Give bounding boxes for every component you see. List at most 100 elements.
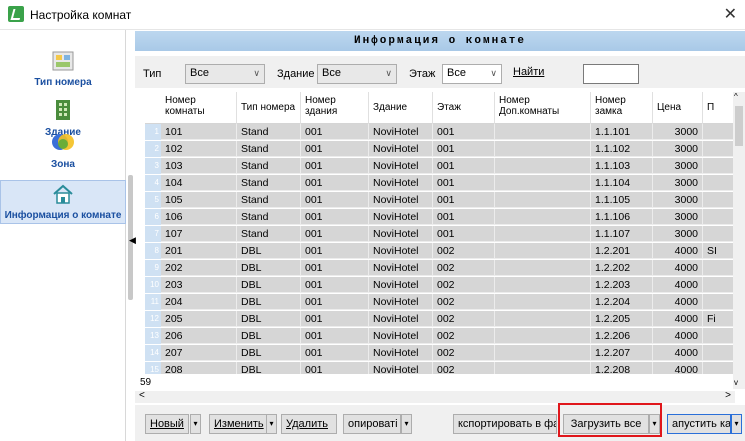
table-row[interactable]: 8 201 DBL 001 NoviHotel 002 1.2.201 4000 SI: [145, 243, 745, 259]
table-cell: 104: [161, 175, 237, 191]
table-cell: 001: [301, 243, 369, 259]
table-cell: 001: [433, 226, 495, 242]
table-cell: 1.2.203: [591, 277, 653, 293]
copy-button[interactable]: опироваті: [343, 414, 401, 434]
column-header[interactable]: Этаж: [433, 92, 495, 124]
table-cell: 001: [301, 124, 369, 140]
table-cell: NoviHotel: [369, 260, 433, 276]
table-vertical-scrollbar[interactable]: ^ v: [733, 92, 745, 389]
table-cell: DBL: [237, 328, 301, 344]
table-cell: 3000: [653, 175, 703, 191]
table-cell: DBL: [237, 260, 301, 276]
table-cell: 002: [433, 345, 495, 361]
column-header[interactable]: Тип номера: [237, 92, 301, 124]
scroll-down-icon[interactable]: v: [734, 378, 738, 387]
table-row[interactable]: 10 203 DBL 001 NoviHotel 002 1.2.203 4000: [145, 277, 745, 293]
table-row[interactable]: 4 104 Stand 001 NoviHotel 001 1.1.104 3000: [145, 175, 745, 191]
scroll-up-icon[interactable]: ^: [734, 92, 738, 101]
record-count: 59: [140, 377, 152, 388]
table-cell: 4000: [653, 345, 703, 361]
copy-dropdown-arrow[interactable]: ▾: [401, 414, 412, 434]
table-cell: NoviHotel: [369, 328, 433, 344]
table-row[interactable]: 9 202 DBL 001 NoviHotel 002 1.2.202 4000: [145, 260, 745, 276]
table-cell: [495, 158, 591, 174]
table-row[interactable]: 2 102 Stand 001 NoviHotel 001 1.1.102 3000: [145, 141, 745, 157]
scroll-right-icon[interactable]: >: [725, 390, 731, 401]
table-row[interactable]: 3 103 Stand 001 NoviHotel 001 1.1.103 3000: [145, 158, 745, 174]
scroll-thumb[interactable]: [735, 106, 743, 146]
table-cell: NoviHotel: [369, 209, 433, 225]
find-link[interactable]: Найти: [513, 66, 544, 78]
table-row[interactable]: 7 107 Stand 001 NoviHotel 001 1.1.107 3000: [145, 226, 745, 242]
table-cell: 001: [301, 175, 369, 191]
floor-filter-select[interactable]: Все ∨: [442, 64, 502, 84]
scroll-left-icon[interactable]: <: [139, 390, 145, 401]
column-header[interactable]: Цена: [653, 92, 703, 124]
column-header[interactable]: Номер Доп.комнаты: [495, 92, 591, 124]
run-card-dropdown-arrow[interactable]: ▾: [731, 414, 742, 434]
table-cell: NoviHotel: [369, 277, 433, 293]
filter-bar: Тип Все ∨ Здание Все ∨ Этаж Все ∨ Найти: [135, 56, 745, 88]
table-cell: NoviHotel: [369, 311, 433, 327]
table-cell: 1.2.208: [591, 362, 653, 374]
table-row[interactable]: 13 206 DBL 001 NoviHotel 002 1.2.206 4000: [145, 328, 745, 344]
column-header[interactable]: Здание: [369, 92, 433, 124]
table-cell: Stand: [237, 226, 301, 242]
table-cell: 106: [161, 209, 237, 225]
table-row[interactable]: 12 205 DBL 001 NoviHotel 002 1.2.205 4000 Fi: [145, 311, 745, 327]
column-header[interactable]: Номер здания: [301, 92, 369, 124]
table-header: Номер комнаты Тип номера Номер здания Зд…: [145, 92, 745, 124]
table-cell: 207: [161, 345, 237, 361]
building-filter-select[interactable]: Все ∨: [317, 64, 397, 84]
table-cell: 002: [433, 294, 495, 310]
table-row[interactable]: 1 101 Stand 001 NoviHotel 001 1.1.101 3000: [145, 124, 745, 140]
table-row[interactable]: 6 106 Stand 001 NoviHotel 001 1.1.106 3000: [145, 209, 745, 225]
collapse-arrow-icon[interactable]: ◀: [129, 235, 136, 246]
table-cell: Stand: [237, 209, 301, 225]
table-cell: 3000: [653, 158, 703, 174]
table-cell: 002: [433, 362, 495, 374]
table-row[interactable]: 5 105 Stand 001 NoviHotel 001 1.1.105 3000: [145, 192, 745, 208]
table-row[interactable]: 15 208 DBL 001 NoviHotel 002 1.2.208 4000: [145, 362, 745, 374]
sidebar-item-room-info[interactable]: Информация о комнате: [0, 180, 126, 224]
new-dropdown-arrow[interactable]: ▾: [190, 414, 201, 434]
row-number: 9: [145, 260, 161, 276]
table-cell: DBL: [237, 345, 301, 361]
table-cell: 1.2.205: [591, 311, 653, 327]
type-filter-select[interactable]: Все ∨: [185, 64, 265, 84]
new-button[interactable]: Новый: [145, 414, 189, 434]
table-cell: DBL: [237, 243, 301, 259]
table-row[interactable]: 11 204 DBL 001 NoviHotel 002 1.2.204 4000: [145, 294, 745, 310]
type-filter-value: Все: [190, 67, 209, 79]
table-cell: 001: [433, 175, 495, 191]
column-header[interactable]: Номер комнаты: [161, 92, 237, 124]
table-cell: 001: [301, 141, 369, 157]
table-cell: 1.1.105: [591, 192, 653, 208]
close-icon[interactable]: ✕: [724, 4, 737, 24]
table-cell: 204: [161, 294, 237, 310]
row-number: 2: [145, 141, 161, 157]
find-input[interactable]: [583, 64, 639, 84]
table-cell: [495, 192, 591, 208]
edit-dropdown-arrow[interactable]: ▾: [266, 414, 277, 434]
highlight-frame: [558, 403, 662, 437]
export-button-label: кспортировать в фай: [458, 418, 557, 430]
table-row[interactable]: 14 207 DBL 001 NoviHotel 002 1.2.207 4000: [145, 345, 745, 361]
delete-button[interactable]: Удалить: [281, 414, 337, 434]
table-cell: 3000: [653, 209, 703, 225]
copy-button-label: опироваті: [348, 418, 398, 430]
table-horizontal-scrollbar[interactable]: < >: [135, 390, 735, 403]
title-bar: Настройка комнат ✕: [0, 0, 745, 30]
sidebar-item-zone[interactable]: Зона: [0, 130, 126, 178]
table-cell: 001: [301, 294, 369, 310]
table-cell: NoviHotel: [369, 243, 433, 259]
table-cell: 105: [161, 192, 237, 208]
export-button[interactable]: кспортировать в фай: [453, 414, 557, 434]
table-cell: NoviHotel: [369, 141, 433, 157]
table-cell: 206: [161, 328, 237, 344]
edit-button[interactable]: Изменить: [209, 414, 267, 434]
run-card-button[interactable]: апустить кар: [667, 414, 731, 434]
sidebar-item-room-type[interactable]: Тип номера: [0, 48, 126, 98]
table-cell: 1.2.202: [591, 260, 653, 276]
column-header[interactable]: Номер замка: [591, 92, 653, 124]
